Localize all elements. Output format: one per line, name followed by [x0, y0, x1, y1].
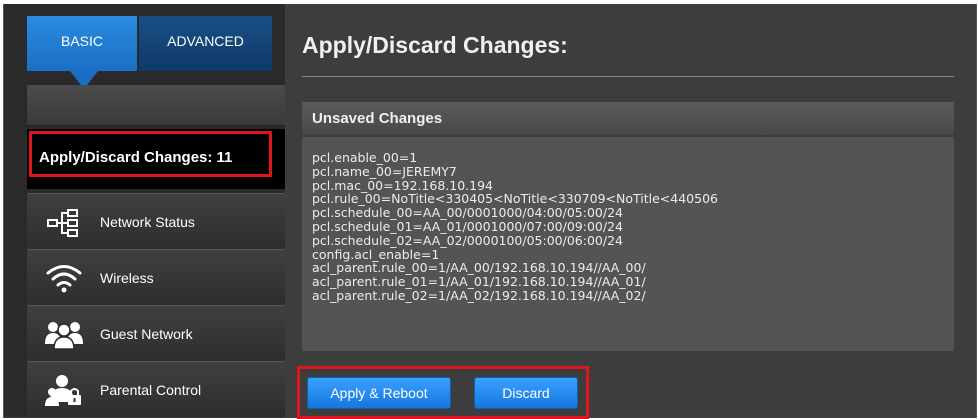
sidebar-item-wireless[interactable]: Wireless	[27, 249, 285, 305]
parental-control-icon	[44, 374, 84, 406]
change-line: config.acl_enable=1	[312, 246, 440, 262]
unsaved-changes-list: pcl.enable_00=1 pcl.name_00=JEREMY7 pcl.ma…	[302, 137, 954, 351]
tab-basic[interactable]: BASIC	[27, 16, 137, 71]
sidebar-spacer	[27, 85, 285, 126]
guest-network-icon	[44, 318, 84, 350]
sidebar-item-label: Network Status	[100, 214, 195, 230]
change-line: pcl.rule_00=NoTitle<330405<NoTitle<33070…	[312, 191, 718, 207]
change-line: pcl.mac_00=192.168.10.194	[312, 177, 493, 193]
highlight-box	[297, 366, 589, 419]
highlight-box	[29, 131, 272, 177]
page-title: Apply/Discard Changes:	[302, 32, 568, 58]
change-line: acl_parent.rule_02=1/AA_02/192.168.10.19…	[312, 287, 646, 303]
unsaved-changes-header: Unsaved Changes	[302, 102, 954, 135]
main-content: Apply/Discard Changes: Unsaved Changes p…	[285, 4, 975, 419]
tab-advanced[interactable]: ADVANCED	[139, 16, 272, 71]
change-line: acl_parent.rule_01=1/AA_01/192.168.10.19…	[312, 274, 646, 290]
change-line: pcl.name_00=JEREMY7	[312, 163, 457, 179]
change-line: pcl.enable_00=1	[312, 150, 418, 165]
sidebar-item-label: Parental Control	[100, 382, 202, 398]
change-line: acl_parent.rule_00=1/AA_00/192.168.10.19…	[312, 260, 646, 276]
divider	[302, 76, 954, 77]
change-line: pcl.schedule_00=AA_00/0001000/04:00/05:0…	[312, 205, 623, 221]
sidebar-item-network-status[interactable]: Network Status	[27, 193, 285, 249]
sidebar: BASIC ADVANCED Apply/Discard Changes: 11…	[4, 4, 285, 417]
sidebar-item-guest-network[interactable]: Guest Network	[27, 305, 285, 361]
sidebar-item-label: Guest Network	[100, 326, 193, 342]
change-line: pcl.schedule_02=AA_02/0000100/05:00/06:0…	[312, 232, 623, 248]
mode-tabs: BASIC ADVANCED	[27, 16, 272, 89]
change-line: pcl.schedule_01=AA_01/0001000/07:00/09:0…	[312, 218, 623, 234]
sidebar-item-label: Wireless	[100, 270, 154, 286]
wifi-icon	[44, 262, 84, 294]
network-status-icon	[44, 206, 84, 238]
sidebar-item-parental-control[interactable]: Parental Control	[27, 361, 285, 417]
